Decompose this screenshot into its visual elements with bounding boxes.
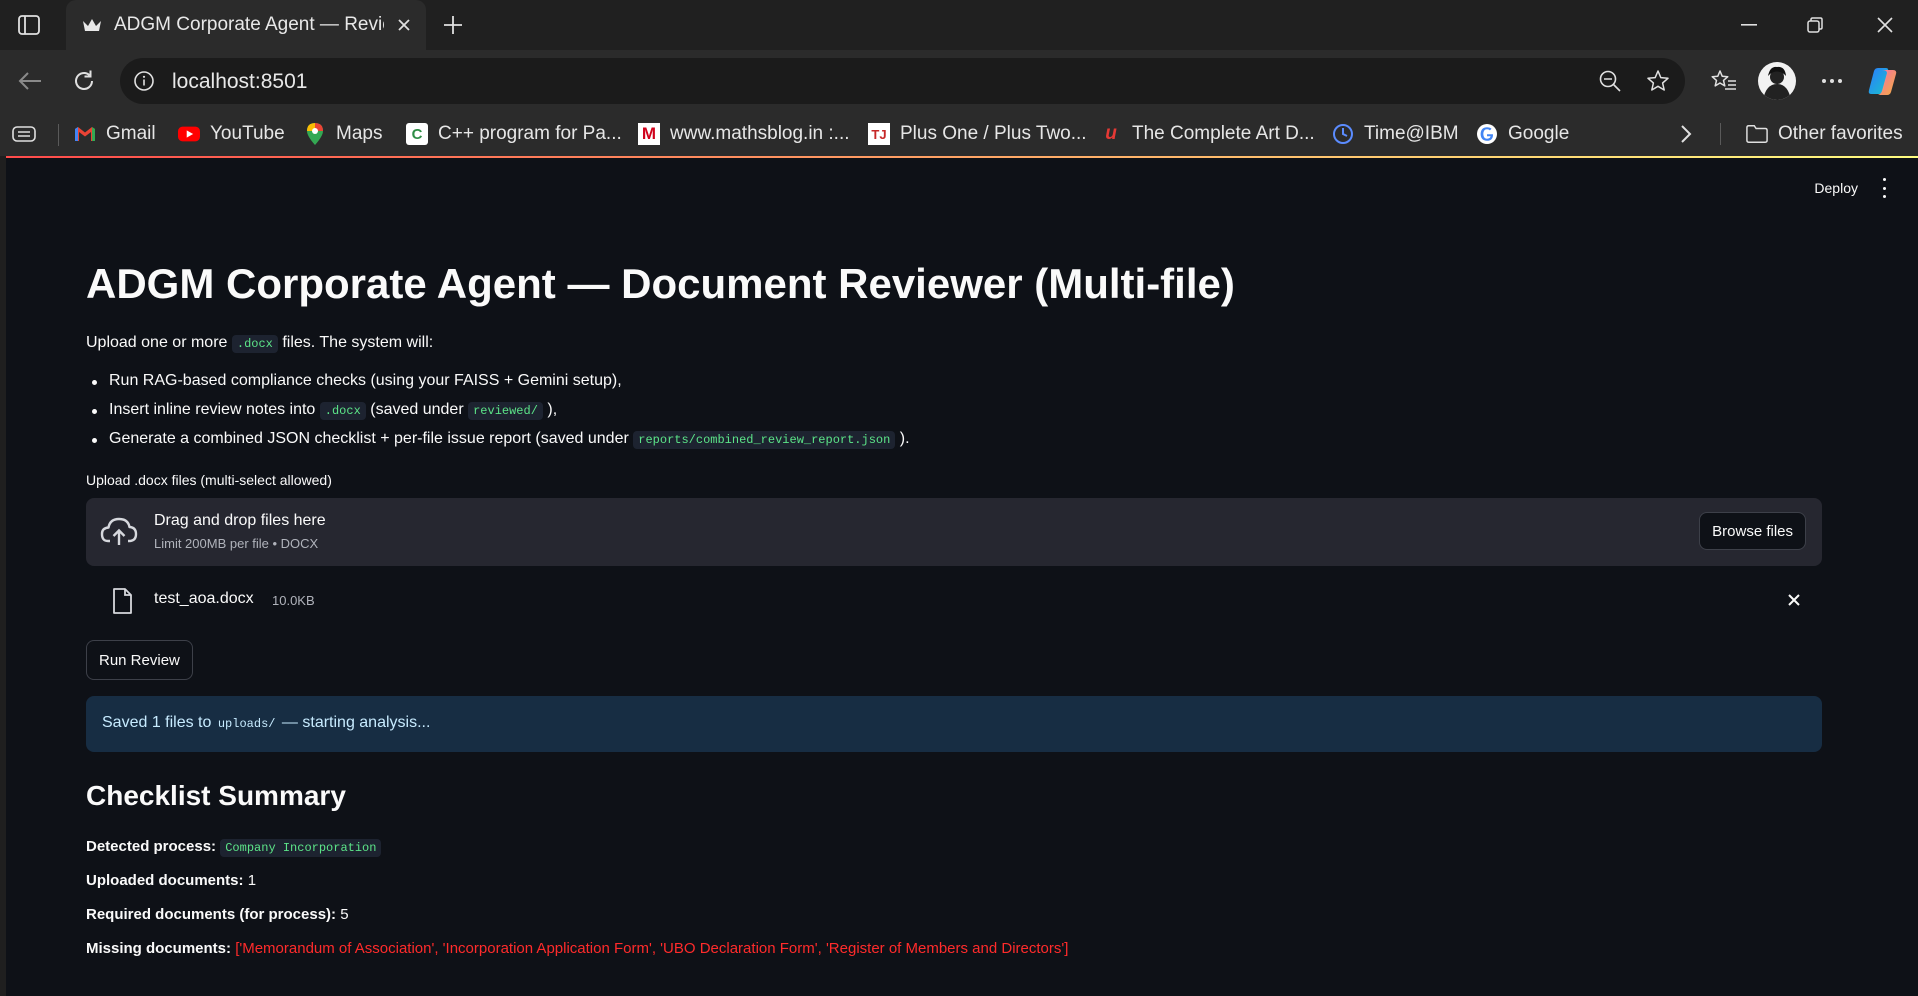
bookmark-gmail[interactable]: Gmail — [74, 120, 156, 148]
uploaded-file-item: test_aoa.docx 10.0KB — [86, 582, 1822, 626]
run-review-button[interactable]: Run Review — [86, 640, 193, 680]
browser-titlebar: ADGM Corporate Agent — Reviewer — [0, 0, 1918, 50]
minimize-icon[interactable] — [1716, 0, 1782, 50]
site-info-icon[interactable] — [132, 69, 156, 93]
browse-files-button[interactable]: Browse files — [1699, 512, 1806, 550]
mathsblog-icon: M — [638, 123, 660, 145]
other-favorites[interactable]: Other favorites — [1746, 120, 1903, 148]
file-icon — [113, 588, 132, 614]
youtube-icon — [178, 123, 200, 145]
missing-documents-line: Missing documents: ['Memorandum of Assoc… — [86, 940, 1069, 957]
inline-code: reports/combined_review_report.json — [633, 431, 896, 449]
browser-navbar: localhost:8501 — [0, 50, 1918, 112]
browser-tab-active[interactable]: ADGM Corporate Agent — Reviewer — [66, 0, 426, 50]
new-tab-icon[interactable] — [438, 10, 468, 40]
missing-documents-list: ['Memorandum of Association', 'Incorpora… — [235, 940, 1069, 957]
app-viewport: Deploy ADGM Corporate Agent — Document R… — [6, 156, 1918, 996]
maps-icon — [304, 123, 326, 145]
info-alert: Saved 1 files to uploads/ — starting ana… — [86, 696, 1822, 752]
favorite-star-icon[interactable] — [1645, 68, 1671, 94]
inline-code: .docx — [231, 335, 278, 353]
bookmarks-divider — [58, 124, 59, 146]
main-menu-icon[interactable] — [1878, 178, 1890, 198]
bookmark-plusone[interactable]: TJ Plus One / Plus Two... — [868, 120, 1087, 148]
bookmark-maps[interactable]: Maps — [304, 120, 382, 148]
dropzone-limit: Limit 200MB per file • DOCX — [154, 536, 319, 551]
tab-search-icon[interactable] — [12, 120, 36, 148]
url-text[interactable]: localhost:8501 — [172, 70, 307, 94]
process-value: Company Incorporation — [220, 839, 382, 857]
tab-title: ADGM Corporate Agent — Reviewer — [114, 14, 384, 35]
deploy-button[interactable]: Deploy — [1814, 180, 1858, 196]
tab-close-icon[interactable] — [392, 13, 416, 37]
detected-process-line: Detected process: Company Incorporation — [86, 838, 382, 857]
streamlit-crown-icon — [80, 13, 104, 37]
file-dropzone[interactable]: Drag and drop files here Limit 200MB per… — [86, 498, 1822, 566]
cloud-upload-icon — [100, 517, 138, 545]
clock-icon — [1332, 123, 1354, 145]
zoom-out-icon[interactable] — [1597, 68, 1623, 94]
art-icon: u — [1105, 123, 1117, 144]
bookmark-timeibm[interactable]: Time@IBM — [1332, 120, 1459, 148]
list-item: Generate a combined JSON checklist + per… — [86, 430, 910, 449]
intro-text: Upload one or more .docx files. The syst… — [86, 334, 434, 353]
file-size: 10.0KB — [272, 593, 315, 608]
copilot-icon[interactable] — [1866, 64, 1900, 98]
page-title: ADGM Corporate Agent — Document Reviewer… — [86, 260, 1235, 307]
refresh-icon[interactable] — [66, 63, 102, 99]
bookmark-youtube[interactable]: YouTube — [178, 120, 285, 148]
inline-code: reviewed/ — [468, 402, 543, 420]
tab-actions-icon[interactable] — [14, 11, 44, 39]
list-item: Insert inline review notes into .docx (s… — [86, 401, 557, 420]
window-close-icon[interactable] — [1852, 0, 1918, 50]
favorites-icon[interactable] — [1706, 63, 1742, 99]
google-icon — [1476, 123, 1498, 145]
dropzone-title: Drag and drop files here — [154, 512, 326, 529]
bookmarks-bar: Gmail YouTube Maps C C++ program for Pa.… — [0, 112, 1918, 156]
cpp-icon: C — [406, 123, 428, 145]
bookmark-art[interactable]: u The Complete Art D... — [1100, 120, 1315, 148]
back-icon[interactable] — [12, 63, 48, 99]
profile-avatar[interactable] — [1758, 62, 1796, 100]
gmail-icon — [74, 123, 96, 145]
bookmark-separator-right — [1720, 120, 1721, 148]
folder-icon — [1746, 123, 1768, 145]
checklist-summary-heading: Checklist Summary — [86, 780, 346, 811]
bookmark-cpp[interactable]: C C++ program for Pa... — [406, 120, 622, 148]
inline-code: uploads/ — [217, 717, 276, 731]
remove-file-icon[interactable] — [1784, 590, 1804, 610]
uploaded-documents-line: Uploaded documents: 1 — [86, 872, 257, 889]
more-options-icon[interactable] — [1814, 63, 1850, 99]
file-name: test_aoa.docx — [154, 590, 254, 607]
tj-icon: TJ — [868, 123, 890, 145]
inline-code: .docx — [319, 402, 366, 420]
list-item: Run RAG-based compliance checks (using y… — [86, 372, 622, 390]
bookmark-google[interactable]: Google — [1476, 120, 1569, 148]
bookmarks-overflow-chevron-icon[interactable] — [1680, 120, 1692, 148]
restore-icon[interactable] — [1782, 0, 1848, 50]
file-uploader-label: Upload .docx files (multi-select allowed… — [86, 472, 332, 488]
address-bar[interactable]: localhost:8501 — [120, 58, 1685, 104]
bookmark-mathsblog[interactable]: M www.mathsblog.in :... — [638, 120, 850, 148]
required-documents-line: Required documents (for process): 5 — [86, 906, 349, 923]
